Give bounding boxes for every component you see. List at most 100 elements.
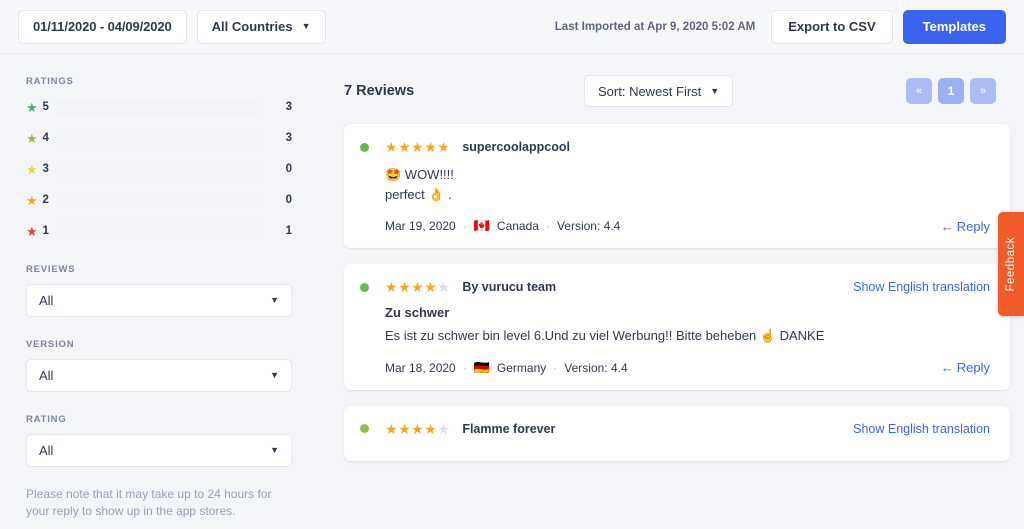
rating-bar-row: ★ 1 1 — [26, 220, 292, 242]
show-translation-link[interactable]: Show English translation — [853, 280, 990, 294]
star-icon: ★ — [26, 99, 38, 115]
review-date: Mar 19, 2020 — [385, 219, 456, 233]
rating-bar-track — [55, 192, 258, 208]
review-body-line: perfect 👌 . — [385, 186, 452, 202]
filter-group: REVIEWS All ▼ — [26, 264, 292, 317]
meta-separator: · — [462, 219, 467, 233]
star-icon: ★ — [26, 192, 38, 208]
pagination: «1» — [906, 78, 996, 104]
reply-delay-note: Please note that it may take up to 24 ho… — [26, 487, 272, 519]
meta-separator: · — [545, 219, 550, 233]
review-author: By vurucu team — [462, 280, 557, 294]
templates-button[interactable]: Templates — [902, 9, 1006, 44]
filter-group: VERSION All ▼ — [26, 339, 292, 392]
country-filter-value: All Countries — [211, 19, 293, 34]
chevron-down-icon: ▼ — [301, 21, 311, 31]
export-to-csv-button[interactable]: Export to CSV — [771, 9, 893, 44]
review-meta: Mar 19, 2020 · 🇨🇦 Canada · Version: 4.4 — [385, 218, 620, 234]
top-toolbar: 01/11/2020 - 04/09/2020 All Countries ▼ … — [0, 0, 1024, 54]
filter-select-value: All — [39, 293, 54, 308]
rating-level-label: 2 — [42, 194, 49, 206]
arrow-left-icon: ← — [940, 360, 954, 375]
chevron-down-icon: ▼ — [270, 445, 279, 455]
show-translation-link[interactable]: Show English translation — [853, 422, 990, 436]
rating-count-value: 0 — [285, 194, 292, 206]
chevron-down-icon: ▼ — [270, 295, 279, 305]
review-card: ★★★★★ Flamme forever Show English translat… — [344, 405, 1010, 461]
review-card: ★★★★★ By vurucu team Show English translat… — [344, 264, 1010, 390]
review-header: ★★★★★ By vurucu team Show English translat… — [360, 280, 990, 294]
rating-level-label: 3 — [42, 163, 49, 175]
rating-bar-track — [55, 223, 258, 239]
rating-bar-track — [55, 130, 258, 146]
rating-level-label: 1 — [42, 225, 49, 237]
filter-select-version[interactable]: All ▼ — [26, 359, 292, 392]
country-flag-icon: 🇩🇪 — [473, 359, 490, 375]
pagination-prev[interactable]: « — [906, 78, 932, 104]
rating-bar-row: ★ 2 0 — [26, 189, 292, 211]
review-rating-stars: ★★★★★ — [385, 279, 451, 295]
arrow-left-icon: ← — [940, 218, 954, 234]
filter-select-value: All — [39, 443, 54, 458]
review-footer: Mar 18, 2020 · 🇩🇪 Germany · Version: 4.4 ← Repl… — [385, 360, 990, 376]
last-imported-status: Last Imported at Apr 9, 2020 5:02 AM — [554, 20, 756, 33]
ratings-section-label: RATINGS — [26, 76, 74, 87]
rating-count-value: 3 — [285, 132, 292, 144]
rating-bar-track — [55, 161, 258, 177]
filter-label: VERSION — [26, 339, 75, 350]
review-status-dot — [360, 424, 369, 433]
reviews-panel: 7 Reviews Sort: Newest First ▼ «1» ★★★★★… — [330, 54, 1024, 529]
ratings-distribution: ★ 5 3 ★ 4 3 ★ 3 0 ★ 2 0 ★ 1 1 — [26, 96, 292, 242]
review-body-line: Es ist zu schwer bin level 6.Und zu viel… — [385, 328, 825, 343]
review-title: Zu schwer — [385, 305, 450, 320]
date-range-picker[interactable]: 01/11/2020 - 04/09/2020 — [18, 9, 187, 44]
review-header: ★★★★★ Flamme forever Show English translat… — [360, 422, 990, 436]
review-status-dot — [360, 282, 369, 292]
reply-label: Reply — [956, 360, 990, 375]
review-rating-stars: ★★★★★ — [385, 139, 451, 155]
reviews-list: ★★★★★ supercoolappcool 🤩 WOW!!!! perfect 👌 … — [344, 124, 1010, 461]
review-body-line: 🤩 WOW!!!! — [385, 167, 454, 182]
filter-label: RATING — [26, 414, 67, 425]
sort-dropdown-value: Sort: Newest First — [598, 83, 702, 99]
reply-button[interactable]: ← Reply — [941, 360, 990, 375]
reply-button[interactable]: ← Reply — [941, 219, 990, 234]
reviews-count-label: 7 Reviews — [344, 83, 415, 99]
reviews-header: 7 Reviews Sort: Newest First ▼ «1» — [344, 74, 1010, 108]
reply-label: Reply — [956, 218, 990, 234]
review-header: ★★★★★ supercoolappcool — [360, 140, 990, 154]
meta-separator: · — [553, 360, 558, 375]
review-status-dot — [360, 142, 369, 152]
country-flag-icon: 🇨🇦 — [473, 218, 490, 233]
review-date: Mar 18, 2020 — [385, 360, 456, 375]
date-range-value: 01/11/2020 - 04/09/2020 — [33, 19, 172, 34]
rating-count-value: 1 — [285, 225, 292, 237]
feedback-tab-label: Feedback — [1005, 236, 1017, 292]
meta-separator: · — [462, 360, 467, 375]
pagination-page-1[interactable]: 1 — [938, 78, 964, 104]
rating-level-label: 4 — [42, 132, 49, 144]
star-icon: ★ — [26, 130, 38, 146]
review-version: Version: 4.4 — [556, 219, 621, 233]
review-country: Canada — [496, 219, 539, 233]
star-icon: ★ — [26, 223, 38, 239]
rating-bar-row: ★ 4 3 — [26, 127, 292, 149]
rating-bar-row: ★ 3 0 — [26, 158, 292, 180]
filter-label: REVIEWS — [26, 264, 76, 275]
review-card: ★★★★★ supercoolappcool 🤩 WOW!!!! perfect 👌 … — [344, 124, 1010, 248]
filter-select-reviews[interactable]: All ▼ — [26, 284, 292, 317]
rating-count-value: 3 — [285, 101, 292, 113]
country-filter-dropdown[interactable]: All Countries ▼ — [196, 9, 326, 44]
review-version: Version: 4.4 — [564, 360, 628, 375]
review-author: Flamme forever — [462, 421, 556, 436]
filter-select-value: All — [39, 368, 54, 383]
rating-level-label: 5 — [42, 101, 49, 113]
chevron-down-icon: ▼ — [270, 370, 279, 380]
sort-dropdown[interactable]: Sort: Newest First ▼ — [584, 75, 734, 107]
feedback-tab[interactable]: Feedback — [998, 212, 1024, 316]
pagination-next[interactable]: » — [970, 78, 996, 104]
review-country: Germany — [496, 360, 547, 375]
rating-bar-row: ★ 5 3 — [26, 96, 292, 118]
filter-select-rating[interactable]: All ▼ — [26, 434, 292, 467]
review-rating-stars: ★★★★★ — [385, 420, 451, 437]
